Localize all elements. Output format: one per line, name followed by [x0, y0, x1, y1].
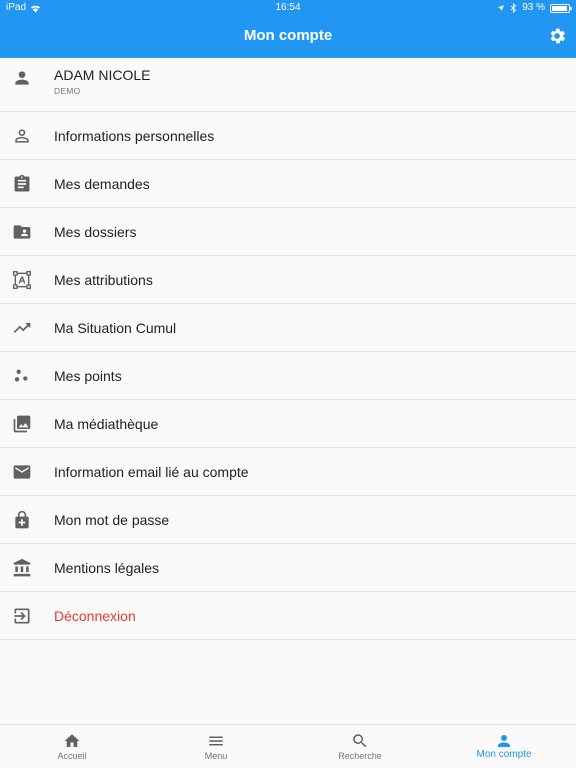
- gear-icon: [547, 26, 567, 46]
- menu-item-information-email[interactable]: Information email lié au compte: [0, 448, 576, 496]
- logout-icon: [12, 606, 32, 626]
- menu-item-label: Mes dossiers: [54, 224, 137, 240]
- app: iPad 16:54 93 % Mon compte ADAM NICOLE D…: [0, 0, 576, 768]
- folder-shared-icon: [12, 222, 32, 242]
- points-icon: [12, 366, 32, 386]
- menu-item-ma-mediatheque[interactable]: Ma médiathèque: [0, 400, 576, 448]
- menu-item-mes-attributions[interactable]: Mes attributions: [0, 256, 576, 304]
- nav-recherche[interactable]: Recherche: [288, 725, 432, 768]
- nav-accueil[interactable]: Accueil: [0, 725, 144, 768]
- nav-label: Accueil: [57, 751, 87, 761]
- attribution-frame-icon: [12, 270, 32, 290]
- menu-item-label: Mentions légales: [54, 560, 160, 576]
- account-menu-list: ADAM NICOLE DEMO Informations personnell…: [0, 58, 576, 640]
- menu-item-label: Ma médiathèque: [54, 416, 159, 432]
- menu-item-mes-dossiers[interactable]: Mes dossiers: [0, 208, 576, 256]
- menu-item-label: Informations personnelles: [54, 128, 215, 144]
- person-outline-icon: [12, 126, 32, 146]
- battery-icon: [550, 3, 572, 13]
- photo-library-icon: [12, 414, 32, 434]
- menu-item-label: Mes attributions: [54, 272, 153, 288]
- nav-menu[interactable]: Menu: [144, 725, 288, 768]
- nav-label: Recherche: [338, 751, 382, 761]
- email-icon: [12, 462, 32, 482]
- page-title: Mon compte: [243, 27, 333, 44]
- settings-button[interactable]: [547, 26, 567, 46]
- menu-item-mon-mot-de-passe[interactable]: Mon mot de passe: [0, 496, 576, 544]
- menu-item-mes-points[interactable]: Mes points: [0, 352, 576, 400]
- menu-item-label: Mes demandes: [54, 176, 150, 192]
- search-icon: [351, 732, 369, 750]
- menu-item-informations-personnelles[interactable]: Informations personnelles: [0, 112, 576, 160]
- menu-item-label: Mes points: [54, 368, 122, 384]
- nav-mon-compte[interactable]: Mon compte: [432, 725, 576, 768]
- status-bar: iPad 16:54 93 %: [0, 0, 576, 16]
- trending-up-icon: [12, 318, 32, 338]
- menu-item-label: Information email lié au compte: [54, 464, 249, 480]
- menu-item-label: Ma Situation Cumul: [54, 320, 177, 336]
- menu-item-mentions-legales[interactable]: Mentions légales: [0, 544, 576, 592]
- bottom-navigation: Accueil Menu Recherche Mon compte: [0, 724, 576, 768]
- menu-item-ma-situation-cumul[interactable]: Ma Situation Cumul: [0, 304, 576, 352]
- user-header: ADAM NICOLE DEMO: [0, 58, 576, 112]
- clipboard-icon: [12, 174, 32, 194]
- top-bar: iPad 16:54 93 % Mon compte: [0, 0, 576, 58]
- menu-item-label: Déconnexion: [54, 608, 136, 624]
- lock-icon: [12, 510, 32, 530]
- status-time: 16:54: [275, 2, 301, 13]
- menu-icon: [207, 732, 225, 750]
- location-arrow-icon: [497, 4, 505, 12]
- bluetooth-icon: [510, 3, 517, 13]
- nav-label: Menu: [204, 751, 228, 761]
- user-name: ADAM NICOLE: [54, 67, 151, 83]
- battery-percent: 93 %: [522, 2, 545, 13]
- person-icon: [12, 68, 32, 88]
- nav-label: Mon compte: [476, 749, 532, 760]
- menu-item-deconnexion[interactable]: Déconnexion: [0, 592, 576, 640]
- menu-item-mes-demandes[interactable]: Mes demandes: [0, 160, 576, 208]
- home-icon: [63, 732, 81, 750]
- user-subtitle: DEMO: [54, 86, 81, 96]
- bank-icon: [12, 558, 32, 578]
- menu-item-label: Mon mot de passe: [54, 512, 170, 528]
- account-icon: [495, 732, 513, 750]
